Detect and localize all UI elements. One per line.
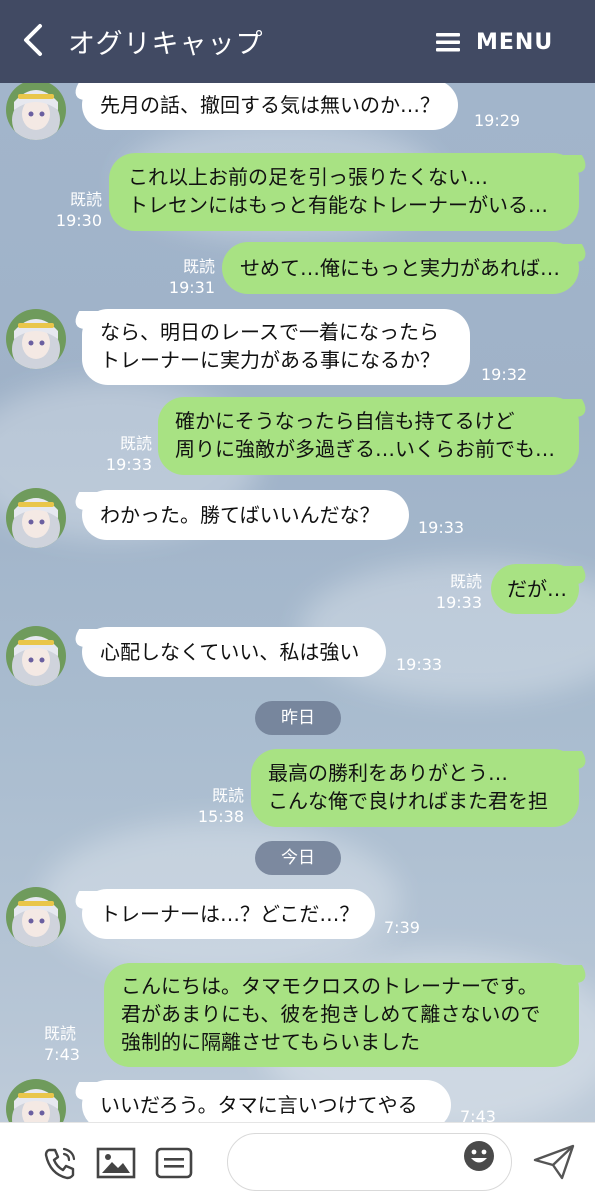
message-text: いいだろう。タマに言いつけてやる — [100, 1093, 418, 1117]
message-text: トレーナーに実力がある事になるか？ — [100, 348, 440, 372]
incoming-message-bubble[interactable]: なら、明日のレースで一着になったら トレーナーに実力がある事になるか？ — [82, 309, 470, 385]
menu-label: MENU — [476, 29, 554, 55]
avatar[interactable] — [6, 887, 66, 947]
message-text: こんな俺で良ければまた君を担 — [268, 789, 548, 813]
message-text: 最高の勝利をありがとう… — [268, 761, 508, 785]
message-list[interactable]: 先月の話、撤回する気は無いのか…？ 19:29 既読 19:30 これ以上お前の… — [0, 0, 595, 1122]
message-text: これ以上お前の足を引っ張りたくない… — [128, 165, 488, 189]
read-receipt: 既読 19:30 — [52, 189, 102, 231]
avatar[interactable] — [6, 80, 66, 140]
message-text: だが… — [507, 577, 567, 601]
back-chevron-icon — [24, 24, 42, 56]
chat-title: オグリキャップ — [68, 29, 264, 60]
avatar[interactable] — [6, 488, 66, 548]
message-time: 19:32 — [481, 365, 528, 384]
read-label: 既読 — [44, 1024, 77, 1043]
message-time: 19:33 — [396, 655, 443, 674]
avatar[interactable] — [6, 626, 66, 686]
input-toolbar — [0, 1122, 595, 1200]
menu-list-button[interactable] — [154, 1143, 194, 1183]
outgoing-message-bubble[interactable]: 最高の勝利をありがとう… こんな俺で良ければまた君を担 — [251, 749, 579, 827]
read-label: 既読 — [211, 786, 244, 805]
message-time: 7:43 — [460, 1107, 496, 1122]
message-time: 19:29 — [474, 111, 521, 130]
emoji-button[interactable] — [462, 1139, 496, 1173]
message-text: せめて…俺にもっと実力があれば… — [240, 256, 560, 280]
outgoing-message-bubble[interactable]: だが… — [491, 564, 579, 614]
read-label: 既読 — [182, 257, 215, 276]
message-time: 7:43 — [44, 1045, 80, 1064]
outgoing-message-bubble[interactable]: せめて…俺にもっと実力があれば… — [222, 242, 579, 294]
chat-header: オグリキャップ MENU — [0, 0, 595, 83]
read-receipt: 既読 19:33 — [432, 571, 482, 613]
send-icon — [533, 1144, 575, 1180]
chat-screen: オグリキャップ MENU 先月の話、撤回する気は無いのか…？ 19:29 既読 … — [0, 0, 595, 1200]
message-time: 19:30 — [55, 211, 102, 230]
message-time: 19:33 — [435, 593, 482, 612]
date-separator: 今日 — [255, 841, 341, 875]
incoming-message-bubble[interactable]: 先月の話、撤回する気は無いのか…？ — [82, 80, 458, 130]
hamburger-menu-icon — [436, 33, 460, 52]
message-text: なら、明日のレースで一着になったら — [100, 320, 439, 344]
message-text: 強制的に隔離させてもらいました — [121, 1030, 420, 1054]
message-text: トレーナーは…？どこだ…？ — [100, 902, 360, 926]
message-text: 君があまりにも、彼を抱きしめて離さないので — [121, 1002, 541, 1026]
call-button[interactable] — [40, 1143, 80, 1183]
incoming-message-bubble[interactable]: いいだろう。タマに言いつけてやる — [82, 1080, 451, 1122]
emoji-icon — [464, 1141, 494, 1171]
menu-button[interactable]: MENU — [434, 25, 553, 59]
message-time: 15:38 — [197, 807, 244, 826]
outgoing-message-bubble[interactable]: これ以上お前の足を引っ張りたくない… トレセンにはもっと有能なトレーナーがいる… — [109, 153, 579, 231]
message-text: 確かにそうなったら自信も持てるけど — [175, 409, 515, 433]
phone-icon — [44, 1147, 76, 1180]
send-button[interactable] — [532, 1142, 575, 1182]
message-time: 19:31 — [168, 278, 215, 297]
back-button[interactable] — [14, 20, 54, 60]
incoming-message-bubble[interactable]: 心配しなくていい、私は強い — [82, 627, 386, 677]
read-label: 既読 — [119, 434, 152, 453]
avatar[interactable] — [6, 309, 66, 369]
read-label: 既読 — [449, 572, 482, 591]
incoming-message-bubble[interactable]: トレーナーは…？どこだ…？ — [82, 889, 375, 939]
message-time: 7:39 — [384, 918, 420, 937]
outgoing-message-bubble[interactable]: 確かにそうなったら自信も持てるけど 周りに強敵が多過ぎる…いくらお前でも… — [158, 397, 579, 475]
message-text: 周りに強敵が多過ぎる…いくらお前でも… — [175, 437, 555, 461]
incoming-message-bubble[interactable]: わかった。勝てばいいんだな？ — [82, 490, 409, 540]
image-icon — [96, 1147, 136, 1179]
read-receipt: 既読 7:43 — [44, 1023, 100, 1065]
read-label: 既読 — [69, 190, 102, 209]
keyboard-list-icon — [155, 1147, 193, 1179]
image-button[interactable] — [96, 1143, 136, 1183]
message-text: 心配しなくていい、私は強い — [100, 640, 360, 664]
read-receipt: 既読 19:31 — [165, 256, 215, 298]
message-time: 19:33 — [105, 455, 152, 474]
message-text: トレセンにはもっと有能なトレーナーがいる… — [128, 193, 548, 217]
date-separator: 昨日 — [255, 701, 341, 735]
read-receipt: 既読 15:38 — [194, 785, 244, 827]
message-time: 19:33 — [418, 518, 465, 537]
message-text: わかった。勝てばいいんだな？ — [100, 503, 380, 527]
read-receipt: 既読 19:33 — [102, 433, 152, 475]
avatar[interactable] — [6, 1079, 66, 1122]
message-text: こんにちは。タマモクロスのトレーナーです。 — [121, 974, 538, 998]
outgoing-message-bubble[interactable]: こんにちは。タマモクロスのトレーナーです。 君があまりにも、彼を抱きしめて離さな… — [104, 963, 579, 1067]
message-text: 先月の話、撤回する気は無いのか…？ — [100, 93, 440, 117]
